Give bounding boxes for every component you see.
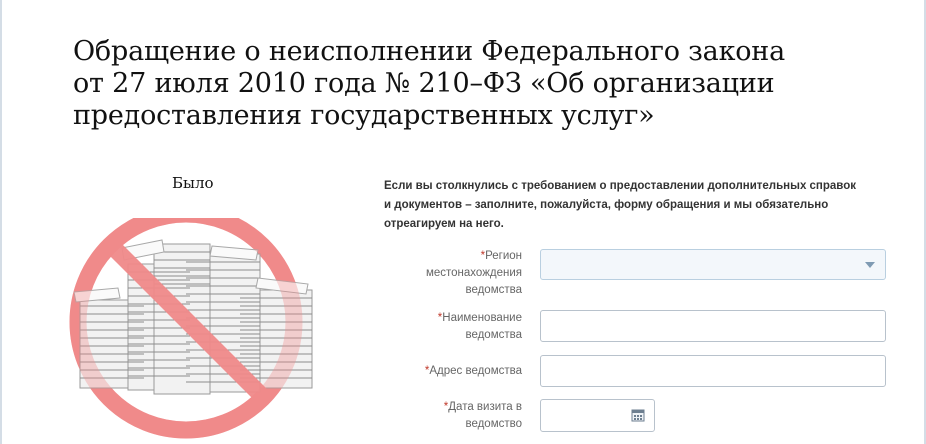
intro-line-1: Если вы столкнулись с требованием о пред… [384, 180, 856, 192]
page-title-line-3: предоставления государственных услуг» [73, 100, 655, 131]
intro-line-2: и документов – заполните, пожалуйста, фо… [384, 199, 829, 211]
calendar-icon[interactable] [631, 408, 645, 422]
visit-date-label: *Дата визита в ведомство [443, 401, 522, 430]
department-name-input[interactable] [540, 310, 886, 342]
region-select[interactable] [540, 249, 886, 280]
page-title-line-1: Обращение о неисполнении Федерального за… [73, 36, 785, 67]
page-title-line-2: от 27 июля 2010 года № 210–ФЗ «Об органи… [73, 68, 775, 99]
visit-date-input[interactable] [540, 399, 655, 432]
region-label: *Регион местонахождения ведомства [425, 250, 522, 296]
department-address-input[interactable] [540, 355, 886, 387]
intro-line-3: отреагируем на него. [384, 218, 504, 230]
page-title: Обращение о неисполнении Федерального за… [73, 36, 873, 132]
was-label: Было [172, 174, 214, 192]
form-intro-text: Если вы столкнулись с требованием о пред… [384, 177, 880, 234]
department-name-label: *Наименование ведомства [437, 312, 522, 341]
left-page-edge [0, 0, 2, 444]
department-address-label: *Адрес ведомства [424, 365, 522, 377]
no-paper-stacks-icon [62, 218, 324, 444]
chevron-down-icon[interactable] [865, 262, 875, 268]
